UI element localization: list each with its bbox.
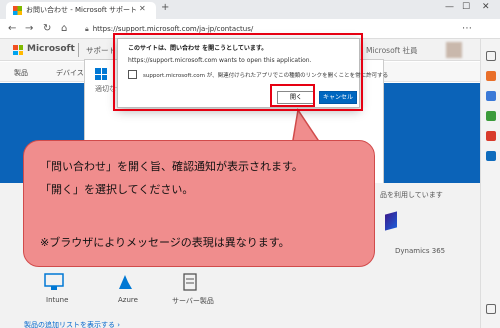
more-icon[interactable]: ⋯: [462, 23, 472, 34]
browser-tab-bar: お問い合わせ - Microsoft サポート ✕ + — ☐ ✕: [0, 0, 500, 19]
minimize-icon[interactable]: —: [445, 2, 454, 12]
close-tab-icon[interactable]: ✕: [139, 4, 146, 13]
account-label[interactable]: Microsoft 社員: [366, 45, 418, 56]
callout-line-3: ※ブラウザによりメッセージの表現は異なります。: [40, 236, 290, 249]
office-icon[interactable]: [486, 131, 496, 141]
refresh-icon[interactable]: ↻: [43, 23, 51, 34]
search-icon[interactable]: [486, 51, 496, 61]
games-icon[interactable]: [486, 111, 496, 121]
tools-icon[interactable]: [486, 91, 496, 101]
intune-icon[interactable]: [44, 273, 64, 291]
shopping-icon[interactable]: [486, 71, 496, 81]
dialog-highlight-frame: [113, 33, 363, 111]
microsoft-favicon-icon: [13, 6, 22, 15]
callout-line-1: 「問い合わせ」を開く旨、確認通知が表示されます。: [40, 160, 303, 173]
outlook-icon[interactable]: [486, 151, 496, 161]
dynamics-icon[interactable]: [385, 211, 397, 231]
azure-label[interactable]: Azure: [118, 296, 138, 304]
maximize-icon[interactable]: ☐: [462, 2, 470, 12]
nav-item-products[interactable]: 製品: [14, 68, 28, 78]
brand-name[interactable]: Microsoft: [27, 44, 75, 54]
url-text: https://support.microsoft.com/ja-jp/cont…: [92, 25, 254, 33]
header-divider: [78, 43, 79, 57]
open-button-highlight-frame: [270, 84, 315, 107]
callout-line-2: 「開く」を選択してください。: [40, 183, 194, 196]
azure-icon[interactable]: [116, 273, 134, 291]
avatar[interactable]: [446, 42, 462, 58]
window-close-icon[interactable]: ✕: [482, 2, 490, 12]
browser-tab[interactable]: お問い合わせ - Microsoft サポート ✕: [6, 2, 156, 19]
server-icon[interactable]: [182, 273, 198, 291]
lock-icon: 🔒︎: [85, 25, 89, 33]
nav-item-devices[interactable]: デバイス: [56, 68, 84, 78]
forward-icon[interactable]: →: [25, 23, 33, 34]
windows-logo-icon: [95, 68, 107, 80]
microsoft-logo-icon[interactable]: [13, 45, 23, 55]
tab-title: お問い合わせ - Microsoft サポート: [26, 6, 138, 14]
more-products-link[interactable]: 製品の追加リストを表示する ›: [24, 320, 120, 328]
server-label[interactable]: サーバー製品: [172, 296, 214, 306]
support-link[interactable]: サポート: [86, 45, 116, 56]
back-icon[interactable]: ←: [8, 23, 16, 34]
new-tab-icon[interactable]: +: [161, 2, 169, 13]
intune-label[interactable]: Intune: [46, 296, 68, 304]
dynamics-label[interactable]: Dynamics 365: [395, 247, 445, 255]
settings-icon[interactable]: [486, 304, 496, 314]
products-note: 品を利用しています: [380, 191, 443, 199]
browser-sidebar: [480, 39, 500, 328]
home-icon[interactable]: ⌂: [61, 23, 67, 34]
